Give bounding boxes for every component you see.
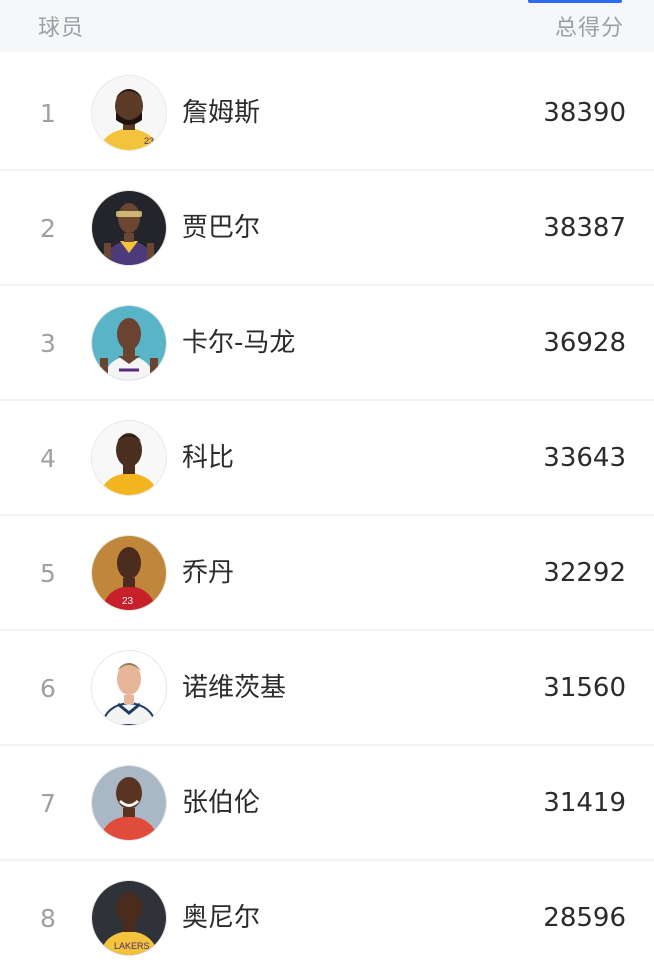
- player-name: 詹姆斯: [182, 98, 261, 128]
- table-row[interactable]: 5 23 乔丹 32292: [0, 516, 654, 631]
- table-row[interactable]: 6 诺维茨基 31560: [0, 631, 654, 746]
- player-avatar[interactable]: [92, 306, 166, 380]
- player-name: 奥尼尔: [182, 903, 261, 933]
- player-total-points: 31419: [543, 788, 626, 818]
- player-name: 诺维茨基: [182, 673, 287, 703]
- table-row[interactable]: 4 科比 33643: [0, 401, 654, 516]
- rank-number: 7: [40, 789, 56, 818]
- player-name: 乔丹: [182, 558, 235, 588]
- rank-number: 6: [40, 674, 56, 703]
- table-row[interactable]: 2 贾巴尔 38387: [0, 171, 654, 286]
- rank-number: 2: [40, 214, 56, 243]
- player-name: 卡尔-马龙: [182, 328, 296, 358]
- column-header-total-points[interactable]: 总得分: [555, 10, 624, 42]
- table-row[interactable]: 7 张伯伦 31419: [0, 746, 654, 861]
- player-avatar[interactable]: LAKERS: [92, 881, 166, 955]
- player-total-points: 38390: [543, 98, 626, 128]
- player-avatar[interactable]: 23: [92, 76, 166, 150]
- active-tab-indicator: [528, 0, 622, 3]
- player-name: 张伯伦: [182, 788, 261, 818]
- svg-text:23: 23: [122, 596, 134, 607]
- rank-number: 5: [40, 559, 56, 588]
- player-total-points: 36928: [543, 328, 626, 358]
- ranking-page: 球员 总得分 1 23 詹姆斯 38390 2 贾巴尔 38387 3 卡尔-马…: [0, 0, 654, 972]
- rank-number: 1: [40, 99, 56, 128]
- player-total-points: 28596: [543, 903, 626, 933]
- table-header: 球员 总得分: [0, 0, 654, 52]
- table-row[interactable]: 1 23 詹姆斯 38390: [0, 56, 654, 171]
- player-avatar[interactable]: [92, 651, 166, 725]
- player-name: 贾巴尔: [182, 213, 261, 243]
- player-total-points: 32292: [543, 558, 626, 588]
- player-avatar[interactable]: [92, 421, 166, 495]
- rank-number: 8: [40, 904, 56, 933]
- player-name: 科比: [182, 443, 235, 473]
- player-avatar[interactable]: [92, 766, 166, 840]
- player-total-points: 38387: [543, 213, 626, 243]
- column-header-player: 球员: [38, 16, 85, 41]
- rank-number: 4: [40, 444, 56, 473]
- table-row[interactable]: 8 LAKERS 奥尼尔 28596: [0, 861, 654, 972]
- rank-number: 3: [40, 329, 56, 358]
- player-total-points: 33643: [543, 443, 626, 473]
- svg-text:LAKERS: LAKERS: [114, 941, 150, 951]
- player-total-points: 31560: [543, 673, 626, 703]
- svg-text:23: 23: [144, 136, 154, 146]
- table-row[interactable]: 3 卡尔-马龙 36928: [0, 286, 654, 401]
- player-avatar[interactable]: 23: [92, 536, 166, 610]
- player-avatar[interactable]: [92, 191, 166, 265]
